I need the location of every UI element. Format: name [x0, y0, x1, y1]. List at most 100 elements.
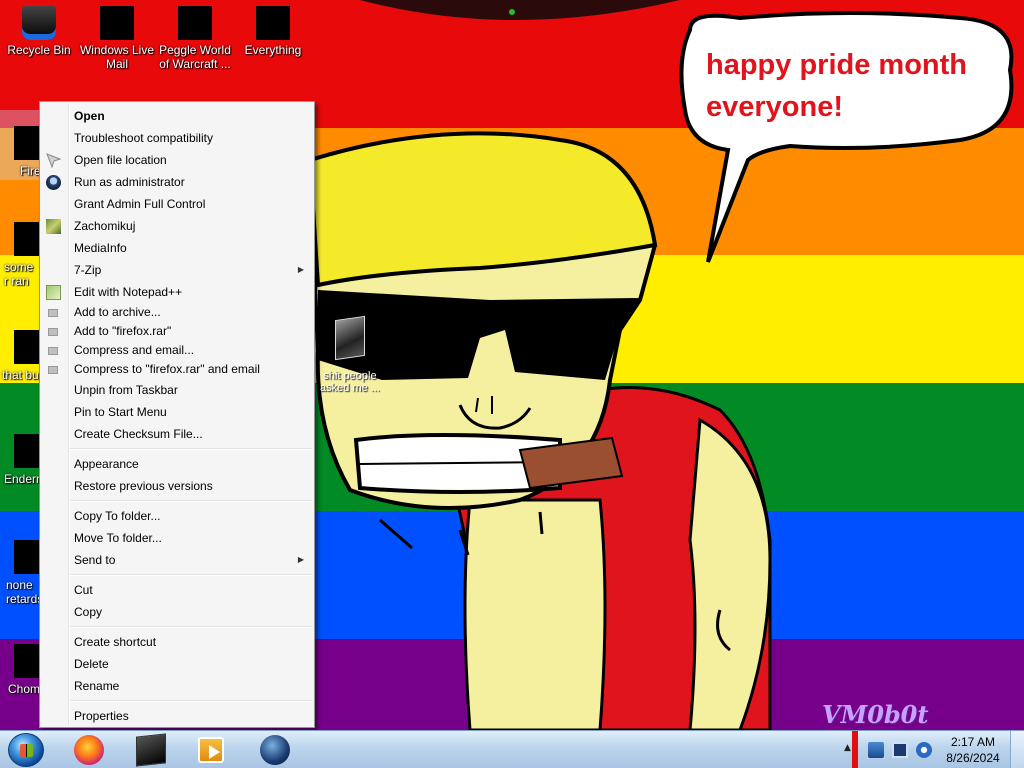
menu-separator: [70, 697, 314, 705]
notepad-plus-icon: [46, 285, 61, 300]
menu-item-label: Pin to Start Menu: [74, 405, 167, 419]
menu-item-label: Move To folder...: [74, 531, 162, 545]
volume-icon[interactable]: [916, 742, 932, 758]
peggle-icon: [178, 6, 212, 40]
clock[interactable]: 2:17 AM 8/26/2024: [942, 734, 1004, 766]
menu-item-label: Zachomikuj: [74, 219, 136, 233]
menu-item-restore-versions[interactable]: Restore previous versions: [40, 475, 314, 497]
menu-item-send-to[interactable]: Send to ▶: [40, 549, 314, 571]
archive-icon: [48, 328, 58, 336]
desktop-file[interactable]: shit people asked me ...: [320, 315, 380, 394]
system-tray: ▲ 2:17 AM 8/26/2024: [844, 731, 1024, 768]
menu-item-label: Copy: [74, 605, 103, 619]
menu-item-label: MediaInfo: [74, 241, 127, 255]
menu-item-properties[interactable]: Properties: [40, 705, 314, 727]
menu-item-label: Restore previous versions: [74, 479, 213, 493]
desktop-icon-label: Peggle World of Warcraft ...: [159, 43, 231, 71]
taskbar-firefox[interactable]: [60, 732, 118, 768]
clock-date: 8/26/2024: [946, 751, 1000, 765]
shield-icon: [46, 175, 61, 190]
menu-item-cut[interactable]: Cut: [40, 579, 314, 601]
menu-item-label: Properties: [74, 709, 129, 723]
clock-time: 2:17 AM: [950, 735, 996, 749]
submenu-arrow-icon: ▶: [297, 555, 304, 564]
desktop-icon-windows-live-mail[interactable]: Windows Live Mail: [78, 6, 156, 71]
desktop-icon-recycle-bin[interactable]: Recycle Bin: [0, 6, 78, 57]
desktop-icon-some[interactable]: some r ran: [0, 216, 44, 288]
taskbar-globe-app[interactable]: [246, 732, 304, 768]
menu-item-label: Copy To folder...: [74, 509, 161, 523]
desktop-icon-chom[interactable]: Chom: [0, 644, 44, 696]
menu-item-open-file-location[interactable]: Open file location: [40, 149, 314, 171]
menu-item-label: Create Checksum File...: [74, 427, 203, 441]
tray-expand-icon[interactable]: ▲: [844, 743, 851, 753]
monitor-icon[interactable]: [892, 742, 908, 758]
start-button[interactable]: [4, 732, 48, 768]
menu-item-label: Unpin from Taskbar: [74, 383, 178, 397]
menu-separator: [70, 571, 314, 579]
menu-item-pin-start[interactable]: Pin to Start Menu: [40, 401, 314, 423]
menu-item-notepad-plus[interactable]: Edit with Notepad++: [40, 281, 314, 303]
menu-item-grant-admin[interactable]: Grant Admin Full Control: [40, 193, 314, 215]
globe-icon: [260, 735, 290, 765]
tray-marker: [852, 731, 858, 768]
menu-item-label: Send to: [74, 553, 116, 567]
menu-item-open[interactable]: Open: [40, 105, 314, 127]
menu-item-label: Create shortcut: [74, 635, 157, 649]
menu-item-label: Run as administrator: [74, 175, 185, 189]
menu-item-run-as-admin[interactable]: Run as administrator: [40, 171, 314, 193]
desktop-icon-label: Recycle Bin: [7, 43, 71, 57]
menu-item-copy[interactable]: Copy: [40, 601, 314, 623]
menu-item-label: Edit with Notepad++: [74, 285, 183, 299]
menu-item-add-to-archive[interactable]: Add to archive...: [40, 303, 314, 322]
menu-item-label: Open file location: [74, 153, 167, 167]
desktop-file-label: shit people asked me ...: [320, 370, 380, 394]
menu-separator: [70, 445, 314, 453]
menu-item-add-to-rar[interactable]: Add to "firefox.rar": [40, 322, 314, 341]
menu-item-label: Troubleshoot compatibility: [74, 131, 213, 145]
menu-item-appearance[interactable]: Appearance: [40, 453, 314, 475]
archive-icon: [48, 347, 58, 355]
menu-item-label: Appearance: [74, 457, 139, 471]
menu-separator: [70, 497, 314, 505]
menu-item-7zip[interactable]: 7-Zip ▶: [40, 259, 314, 281]
desktop-icon-peggle[interactable]: Peggle World of Warcraft ...: [156, 6, 234, 71]
menu-item-checksum[interactable]: Create Checksum File...: [40, 423, 314, 445]
mail-icon: [100, 6, 134, 40]
menu-item-compress-rar-email[interactable]: Compress to "firefox.rar" and email: [40, 360, 314, 379]
menu-separator: [70, 623, 314, 631]
menu-item-label: Cut: [74, 583, 93, 597]
recycle-bin-icon: [22, 6, 56, 40]
network-icon[interactable]: [868, 742, 884, 758]
desktop-icon-firefox[interactable]: Fire: [0, 110, 44, 180]
desktop-icon-label: Everything: [244, 43, 302, 57]
menu-item-label: 7-Zip: [74, 263, 102, 277]
show-desktop-button[interactable]: [1010, 731, 1024, 768]
menu-item-zachomikuj[interactable]: Zachomikuj: [40, 215, 314, 237]
menu-item-compress-email[interactable]: Compress and email...: [40, 341, 314, 360]
desktop-icon-label: Chom: [8, 682, 41, 696]
desktop-icon-none[interactable]: none retards: [0, 540, 44, 606]
taskbar-terminal[interactable]: [122, 732, 180, 768]
menu-item-label: Delete: [74, 657, 109, 671]
menu-item-label: Compress and email...: [74, 343, 195, 357]
menu-item-move-to-folder[interactable]: Move To folder...: [40, 527, 314, 549]
menu-item-troubleshoot[interactable]: Troubleshoot compatibility: [40, 127, 314, 149]
archive-icon: [48, 366, 58, 374]
desktop-icon-enderm[interactable]: Enderm: [0, 434, 44, 486]
windows-start-icon: [8, 733, 44, 767]
menu-item-unpin-taskbar[interactable]: Unpin from Taskbar: [40, 379, 314, 401]
desktop-icon-that[interactable]: that bu: [0, 330, 44, 382]
menu-item-create-shortcut[interactable]: Create shortcut: [40, 631, 314, 653]
menu-item-label: Open: [74, 109, 105, 123]
desktop-icon-label: that bu: [2, 368, 39, 382]
firefox-icon: [74, 735, 104, 765]
menu-item-rename[interactable]: Rename: [40, 675, 314, 697]
taskbar-media-player[interactable]: [184, 732, 242, 768]
menu-item-label: Rename: [74, 679, 120, 693]
desktop-icon-label: Enderm: [4, 472, 44, 486]
menu-item-delete[interactable]: Delete: [40, 653, 314, 675]
desktop-icon-everything[interactable]: Everything: [234, 6, 312, 57]
menu-item-mediainfo[interactable]: MediaInfo: [40, 237, 314, 259]
menu-item-copy-to-folder[interactable]: Copy To folder...: [40, 505, 314, 527]
